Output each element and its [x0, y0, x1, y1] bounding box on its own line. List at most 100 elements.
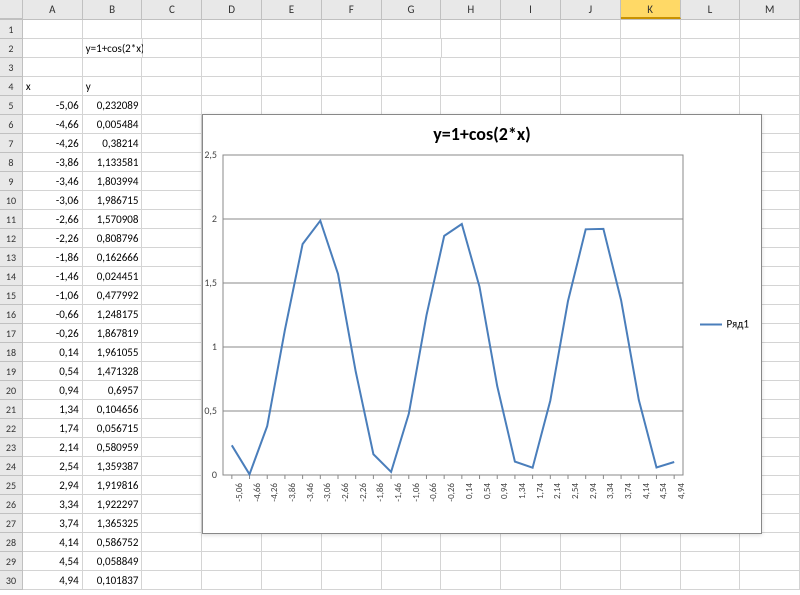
- cell[interactable]: -3,86: [23, 153, 83, 172]
- cell[interactable]: [142, 229, 202, 248]
- cell[interactable]: [681, 20, 741, 39]
- cell[interactable]: [740, 571, 800, 590]
- cell[interactable]: [142, 305, 202, 324]
- chart-object[interactable]: y=1+cos(2*x) 00,511,522,5 -5,06-4,66-4,2…: [202, 114, 762, 534]
- cell[interactable]: [382, 58, 442, 77]
- column-header-C[interactable]: C: [142, 0, 202, 19]
- cell[interactable]: [740, 96, 800, 115]
- cell[interactable]: [621, 20, 681, 39]
- cell[interactable]: [202, 533, 262, 552]
- cell[interactable]: [142, 248, 202, 267]
- row-header[interactable]: 7: [0, 134, 23, 153]
- cell[interactable]: [142, 58, 202, 77]
- cell[interactable]: [142, 400, 202, 419]
- row-header[interactable]: 12: [0, 229, 23, 248]
- cell[interactable]: [501, 77, 561, 96]
- cell[interactable]: [621, 571, 681, 590]
- row-header[interactable]: 3: [0, 58, 23, 77]
- row-header[interactable]: 23: [0, 438, 23, 457]
- cell[interactable]: [83, 58, 143, 77]
- cell[interactable]: [561, 39, 621, 58]
- cell[interactable]: y: [83, 77, 143, 96]
- cell[interactable]: -0,66: [23, 305, 83, 324]
- cell[interactable]: [322, 552, 382, 571]
- cell[interactable]: -1,46: [23, 267, 83, 286]
- cell[interactable]: [142, 210, 202, 229]
- cell[interactable]: [621, 77, 681, 96]
- cell[interactable]: [142, 77, 202, 96]
- row-header[interactable]: 30: [0, 571, 23, 590]
- cell[interactable]: [740, 533, 800, 552]
- cell[interactable]: [23, 20, 83, 39]
- cell[interactable]: 0,477992: [83, 286, 143, 305]
- cell[interactable]: [382, 39, 442, 58]
- cell[interactable]: [142, 476, 202, 495]
- row-header[interactable]: 29: [0, 552, 23, 571]
- cell[interactable]: 0,94: [23, 381, 83, 400]
- cell[interactable]: [561, 533, 621, 552]
- cell[interactable]: [681, 58, 741, 77]
- cell[interactable]: [142, 514, 202, 533]
- row-header[interactable]: 26: [0, 495, 23, 514]
- cell[interactable]: 0,056715: [83, 419, 143, 438]
- cell[interactable]: [83, 20, 143, 39]
- cell[interactable]: [202, 571, 262, 590]
- column-header-A[interactable]: A: [23, 0, 83, 19]
- column-header-D[interactable]: D: [202, 0, 262, 19]
- cell[interactable]: [441, 20, 501, 39]
- cell[interactable]: [561, 77, 621, 96]
- column-header-F[interactable]: F: [322, 0, 382, 19]
- cell[interactable]: 1,359387: [83, 457, 143, 476]
- cell[interactable]: [501, 96, 561, 115]
- column-header-J[interactable]: J: [561, 0, 621, 19]
- cell[interactable]: [681, 552, 741, 571]
- cell[interactable]: [142, 362, 202, 381]
- cell[interactable]: [621, 96, 681, 115]
- row-header[interactable]: 15: [0, 286, 23, 305]
- cell[interactable]: 0,058849: [83, 552, 143, 571]
- cell[interactable]: 0,232089: [83, 96, 143, 115]
- cell[interactable]: -5,06: [23, 96, 83, 115]
- cell[interactable]: 0,005484: [83, 115, 143, 134]
- row-header[interactable]: 22: [0, 419, 23, 438]
- cell[interactable]: [740, 58, 800, 77]
- column-header-I[interactable]: I: [501, 0, 561, 19]
- cell[interactable]: 0,54: [23, 362, 83, 381]
- cell[interactable]: 3,34: [23, 495, 83, 514]
- cell[interactable]: y=1+cos(2*x): [83, 39, 143, 58]
- cell[interactable]: 2,14: [23, 438, 83, 457]
- cell[interactable]: [142, 533, 202, 552]
- column-header-L[interactable]: L: [681, 0, 741, 19]
- cell[interactable]: [322, 77, 382, 96]
- cell[interactable]: 1,133581: [83, 153, 143, 172]
- cell[interactable]: [322, 571, 382, 590]
- cell[interactable]: 1,922297: [83, 495, 143, 514]
- cell[interactable]: [441, 58, 501, 77]
- cell[interactable]: [142, 552, 202, 571]
- cell[interactable]: [501, 20, 561, 39]
- cell[interactable]: -2,66: [23, 210, 83, 229]
- cell[interactable]: [501, 39, 561, 58]
- cell[interactable]: [561, 96, 621, 115]
- row-header[interactable]: 27: [0, 514, 23, 533]
- column-header-B[interactable]: B: [83, 0, 143, 19]
- cell[interactable]: [262, 552, 322, 571]
- cell[interactable]: [501, 571, 561, 590]
- cell[interactable]: x: [23, 77, 83, 96]
- cell[interactable]: [621, 58, 681, 77]
- cell[interactable]: -1,86: [23, 248, 83, 267]
- row-header[interactable]: 10: [0, 191, 23, 210]
- cell[interactable]: 1,919816: [83, 476, 143, 495]
- cell[interactable]: -4,66: [23, 115, 83, 134]
- cell[interactable]: [681, 96, 741, 115]
- cell[interactable]: [142, 134, 202, 153]
- cell[interactable]: [142, 172, 202, 191]
- cell[interactable]: [382, 20, 442, 39]
- cell[interactable]: [143, 39, 203, 58]
- cell[interactable]: 1,365325: [83, 514, 143, 533]
- cell[interactable]: 1,961055: [83, 343, 143, 362]
- cell[interactable]: [142, 20, 202, 39]
- cell[interactable]: [142, 191, 202, 210]
- cell[interactable]: 0,162666: [83, 248, 143, 267]
- cell[interactable]: 1,471328: [83, 362, 143, 381]
